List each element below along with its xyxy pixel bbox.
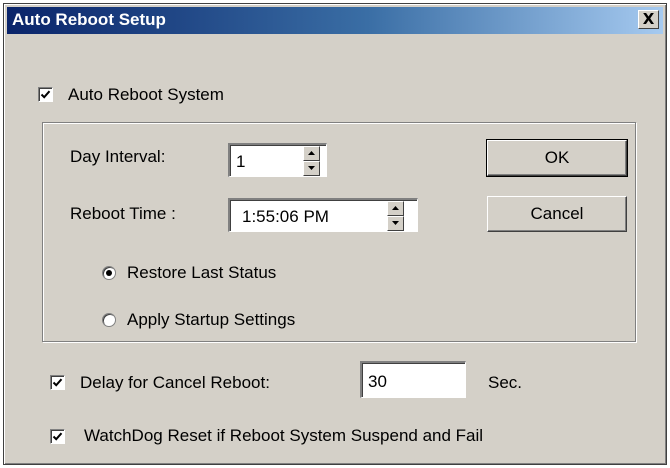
day-interval-input[interactable]: 1 [228, 143, 327, 177]
title-bar[interactable]: Auto Reboot Setup X [7, 7, 663, 34]
arrow-up-icon [392, 206, 399, 210]
arrow-down-icon [308, 166, 315, 170]
restore-last-status-radio[interactable] [102, 266, 116, 280]
auto-reboot-checkbox[interactable] [38, 87, 53, 102]
ok-button[interactable]: OK [486, 139, 628, 177]
radio-selected-dot [106, 270, 112, 276]
reboot-time-input[interactable]: 1:55:06 PM [228, 198, 418, 232]
close-icon: X [642, 10, 655, 28]
watchdog-label[interactable]: WatchDog Reset if Reboot System Suspend … [84, 426, 483, 446]
window-title: Auto Reboot Setup [12, 10, 166, 29]
day-interval-down-button[interactable] [303, 161, 320, 176]
close-button[interactable]: X [638, 10, 659, 29]
watchdog-checkbox[interactable] [50, 429, 65, 444]
reboot-time-up-button[interactable] [387, 201, 404, 216]
ok-button-label: OK [544, 148, 570, 167]
reboot-time-label: Reboot Time : [70, 204, 176, 223]
delay-seconds-input[interactable]: 30 [360, 361, 466, 398]
day-interval-value: 1 [236, 152, 246, 171]
arrow-down-icon [392, 221, 399, 225]
auto-reboot-label[interactable]: Auto Reboot System [68, 85, 224, 105]
reboot-time-down-button[interactable] [387, 216, 404, 231]
delay-cancel-label[interactable]: Delay for Cancel Reboot: [80, 373, 270, 393]
cancel-button[interactable]: Cancel [487, 196, 627, 232]
day-interval-label: Day Interval: [70, 147, 166, 166]
checkmark-icon [40, 90, 51, 99]
delay-seconds-value: 30 [368, 372, 387, 391]
delay-cancel-checkbox[interactable] [50, 375, 65, 390]
arrow-up-icon [308, 151, 315, 155]
cancel-button-label: Cancel [530, 204, 584, 223]
checkmark-icon [52, 432, 63, 441]
apply-startup-settings-radio[interactable] [102, 313, 116, 327]
checkmark-icon [52, 378, 63, 387]
apply-startup-settings-label[interactable]: Apply Startup Settings [127, 310, 295, 330]
seconds-unit-label: Sec. [488, 373, 523, 392]
reboot-time-value: 1:55:06 PM [242, 207, 329, 226]
day-interval-up-button[interactable] [303, 146, 320, 161]
restore-last-status-label[interactable]: Restore Last Status [127, 263, 276, 283]
